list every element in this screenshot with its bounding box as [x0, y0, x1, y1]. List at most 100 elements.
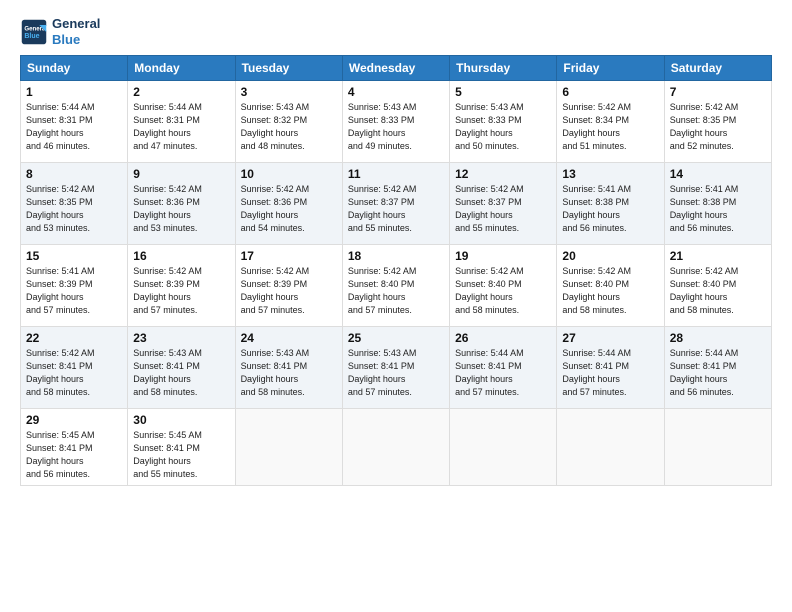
day-info: Sunrise: 5:45 AMSunset: 8:41 PMDaylight … [133, 429, 229, 481]
calendar-cell [664, 409, 771, 486]
day-number: 15 [26, 249, 122, 263]
day-number: 23 [133, 331, 229, 345]
day-number: 8 [26, 167, 122, 181]
calendar-cell: 28 Sunrise: 5:44 AMSunset: 8:41 PMDayligh… [664, 327, 771, 409]
day-info: Sunrise: 5:41 AMSunset: 8:38 PMDaylight … [670, 183, 766, 235]
weekday-header: Thursday [450, 56, 557, 81]
calendar-header-row: SundayMondayTuesdayWednesdayThursdayFrid… [21, 56, 772, 81]
calendar-cell: 15 Sunrise: 5:41 AMSunset: 8:39 PMDayligh… [21, 245, 128, 327]
calendar-week-row: 22 Sunrise: 5:42 AMSunset: 8:41 PMDayligh… [21, 327, 772, 409]
day-info: Sunrise: 5:42 AMSunset: 8:36 PMDaylight … [133, 183, 229, 235]
day-number: 11 [348, 167, 444, 181]
day-info: Sunrise: 5:43 AMSunset: 8:32 PMDaylight … [241, 101, 337, 153]
weekday-header: Monday [128, 56, 235, 81]
svg-text:Blue: Blue [24, 33, 39, 40]
day-number: 19 [455, 249, 551, 263]
day-number: 28 [670, 331, 766, 345]
day-info: Sunrise: 5:42 AMSunset: 8:35 PMDaylight … [26, 183, 122, 235]
day-info: Sunrise: 5:43 AMSunset: 8:33 PMDaylight … [455, 101, 551, 153]
day-info: Sunrise: 5:42 AMSunset: 8:40 PMDaylight … [670, 265, 766, 317]
calendar-cell: 13Sunrise: 5:41 AMSunset: 8:38 PMDayligh… [557, 163, 664, 245]
day-info: Sunrise: 5:42 AMSunset: 8:36 PMDaylight … [241, 183, 337, 235]
day-number: 16 [133, 249, 229, 263]
day-number: 22 [26, 331, 122, 345]
day-info: Sunrise: 5:44 AMSunset: 8:31 PMDaylight … [133, 101, 229, 153]
day-info: Sunrise: 5:42 AMSunset: 8:34 PMDaylight … [562, 101, 658, 153]
calendar-cell: 11Sunrise: 5:42 AMSunset: 8:37 PMDayligh… [342, 163, 449, 245]
day-info: Sunrise: 5:42 AMSunset: 8:40 PMDaylight … [348, 265, 444, 317]
day-number: 4 [348, 85, 444, 99]
day-info: Sunrise: 5:43 AMSunset: 8:41 PMDaylight … [348, 347, 444, 399]
calendar-cell: 16 Sunrise: 5:42 AMSunset: 8:39 PMDayligh… [128, 245, 235, 327]
calendar-cell: 25 Sunrise: 5:43 AMSunset: 8:41 PMDayligh… [342, 327, 449, 409]
day-number: 21 [670, 249, 766, 263]
weekday-header: Wednesday [342, 56, 449, 81]
calendar-cell: 30 Sunrise: 5:45 AMSunset: 8:41 PMDayligh… [128, 409, 235, 486]
day-info: Sunrise: 5:42 AMSunset: 8:37 PMDaylight … [455, 183, 551, 235]
calendar-cell: 19 Sunrise: 5:42 AMSunset: 8:40 PMDayligh… [450, 245, 557, 327]
calendar-cell: 10 Sunrise: 5:42 AMSunset: 8:36 PMDayligh… [235, 163, 342, 245]
calendar-cell: 29 Sunrise: 5:45 AMSunset: 8:41 PMDayligh… [21, 409, 128, 486]
calendar-cell: 17 Sunrise: 5:42 AMSunset: 8:39 PMDayligh… [235, 245, 342, 327]
header: General Blue General Blue [20, 16, 772, 47]
day-number: 7 [670, 85, 766, 99]
day-number: 14 [670, 167, 766, 181]
calendar-cell: 6Sunrise: 5:42 AMSunset: 8:34 PMDaylight… [557, 81, 664, 163]
calendar-cell: 24Sunrise: 5:43 AMSunset: 8:41 PMDayligh… [235, 327, 342, 409]
calendar-cell: 26 Sunrise: 5:44 AMSunset: 8:41 PMDayligh… [450, 327, 557, 409]
calendar-cell [557, 409, 664, 486]
weekday-header: Saturday [664, 56, 771, 81]
calendar-week-row: 1 Sunrise: 5:44 AMSunset: 8:31 PMDaylight… [21, 81, 772, 163]
day-info: Sunrise: 5:41 AMSunset: 8:39 PMDaylight … [26, 265, 122, 317]
day-number: 20 [562, 249, 658, 263]
calendar-table: SundayMondayTuesdayWednesdayThursdayFrid… [20, 55, 772, 486]
day-info: Sunrise: 5:42 AMSunset: 8:40 PMDaylight … [562, 265, 658, 317]
logo-icon: General Blue [20, 18, 48, 46]
calendar-week-row: 8 Sunrise: 5:42 AMSunset: 8:35 PMDaylight… [21, 163, 772, 245]
day-number: 30 [133, 413, 229, 427]
day-info: Sunrise: 5:43 AMSunset: 8:41 PMDaylight … [241, 347, 337, 399]
calendar-cell: 12 Sunrise: 5:42 AMSunset: 8:37 PMDayligh… [450, 163, 557, 245]
day-info: Sunrise: 5:44 AMSunset: 8:41 PMDaylight … [670, 347, 766, 399]
calendar-cell: 3Sunrise: 5:43 AMSunset: 8:32 PMDaylight… [235, 81, 342, 163]
logo-text: General Blue [52, 16, 100, 47]
day-number: 13 [562, 167, 658, 181]
day-number: 2 [133, 85, 229, 99]
day-number: 26 [455, 331, 551, 345]
day-info: Sunrise: 5:45 AMSunset: 8:41 PMDaylight … [26, 429, 122, 481]
calendar-cell: 18 Sunrise: 5:42 AMSunset: 8:40 PMDayligh… [342, 245, 449, 327]
calendar-cell: 20 Sunrise: 5:42 AMSunset: 8:40 PMDayligh… [557, 245, 664, 327]
calendar-cell: 2 Sunrise: 5:44 AMSunset: 8:31 PMDaylight… [128, 81, 235, 163]
day-info: Sunrise: 5:42 AMSunset: 8:39 PMDaylight … [241, 265, 337, 317]
calendar-week-row: 15 Sunrise: 5:41 AMSunset: 8:39 PMDayligh… [21, 245, 772, 327]
day-info: Sunrise: 5:44 AMSunset: 8:31 PMDaylight … [26, 101, 122, 153]
day-number: 27 [562, 331, 658, 345]
day-number: 25 [348, 331, 444, 345]
day-number: 17 [241, 249, 337, 263]
day-info: Sunrise: 5:42 AMSunset: 8:40 PMDaylight … [455, 265, 551, 317]
calendar-cell: 5 Sunrise: 5:43 AMSunset: 8:33 PMDaylight… [450, 81, 557, 163]
day-number: 5 [455, 85, 551, 99]
calendar-cell [342, 409, 449, 486]
logo: General Blue General Blue [20, 16, 100, 47]
calendar-cell: 27 Sunrise: 5:44 AMSunset: 8:41 PMDayligh… [557, 327, 664, 409]
calendar-cell: 8 Sunrise: 5:42 AMSunset: 8:35 PMDaylight… [21, 163, 128, 245]
day-number: 12 [455, 167, 551, 181]
calendar-cell: 14 Sunrise: 5:41 AMSunset: 8:38 PMDayligh… [664, 163, 771, 245]
page: General Blue General Blue SundayMondayTu… [0, 0, 792, 612]
day-info: Sunrise: 5:42 AMSunset: 8:41 PMDaylight … [26, 347, 122, 399]
day-number: 10 [241, 167, 337, 181]
day-number: 18 [348, 249, 444, 263]
day-info: Sunrise: 5:44 AMSunset: 8:41 PMDaylight … [455, 347, 551, 399]
calendar-body: 1 Sunrise: 5:44 AMSunset: 8:31 PMDaylight… [21, 81, 772, 486]
day-number: 29 [26, 413, 122, 427]
calendar-cell: 23 Sunrise: 5:43 AMSunset: 8:41 PMDayligh… [128, 327, 235, 409]
calendar-cell: 9Sunrise: 5:42 AMSunset: 8:36 PMDaylight… [128, 163, 235, 245]
calendar-cell: 4Sunrise: 5:43 AMSunset: 8:33 PMDaylight… [342, 81, 449, 163]
day-info: Sunrise: 5:42 AMSunset: 8:39 PMDaylight … [133, 265, 229, 317]
day-info: Sunrise: 5:43 AMSunset: 8:41 PMDaylight … [133, 347, 229, 399]
calendar-cell [450, 409, 557, 486]
day-info: Sunrise: 5:44 AMSunset: 8:41 PMDaylight … [562, 347, 658, 399]
day-number: 1 [26, 85, 122, 99]
calendar-week-row: 29 Sunrise: 5:45 AMSunset: 8:41 PMDayligh… [21, 409, 772, 486]
